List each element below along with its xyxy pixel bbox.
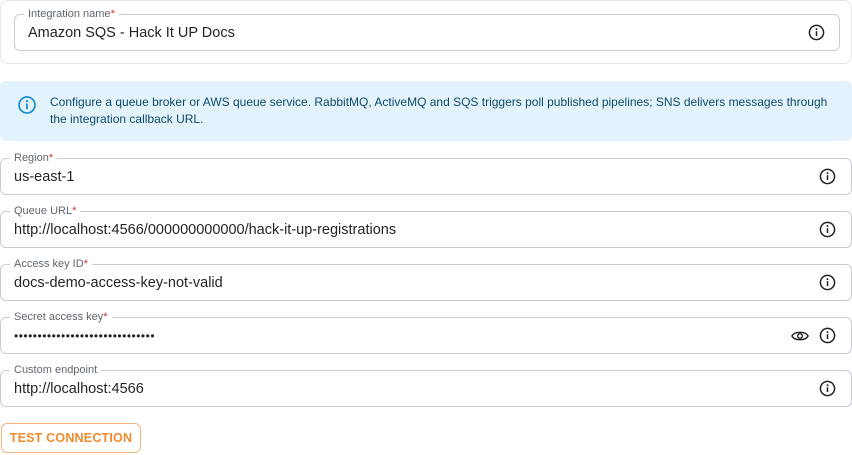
integration-card: Integration name* Amazon SQS - Hack It U… (0, 0, 852, 64)
queue-url-value[interactable]: http://localhost:4566/000000000000/hack-… (14, 212, 396, 247)
integration-name-field[interactable]: Integration name* Amazon SQS - Hack It U… (14, 7, 840, 51)
region-value[interactable]: us-east-1 (14, 159, 74, 194)
info-banner: Configure a queue broker or AWS queue se… (0, 81, 852, 141)
custom-endpoint-value[interactable]: http://localhost:4566 (14, 371, 144, 406)
secret-access-key-field[interactable]: Secret access key* •••••••••••••••••••••… (0, 310, 852, 354)
info-banner-text: Configure a queue broker or AWS queue se… (50, 95, 828, 126)
info-icon[interactable] (818, 221, 836, 239)
access-key-id-field[interactable]: Access key ID* docs-demo-access-key-not-… (0, 257, 852, 301)
custom-endpoint-field[interactable]: Custom endpoint http://localhost:4566 (0, 363, 852, 407)
queue-url-field[interactable]: Queue URL* http://localhost:4566/0000000… (0, 204, 852, 248)
eye-icon[interactable] (791, 327, 809, 345)
info-icon[interactable] (818, 168, 836, 186)
region-field[interactable]: Region* us-east-1 (0, 151, 852, 195)
integration-name-value[interactable]: Amazon SQS - Hack It UP Docs (28, 15, 235, 50)
info-icon[interactable] (818, 380, 836, 398)
access-key-id-value[interactable]: docs-demo-access-key-not-valid (14, 265, 223, 300)
test-connection-button[interactable]: TEST CONNECTION (1, 423, 141, 453)
info-icon[interactable] (818, 274, 836, 292)
info-icon (17, 95, 37, 115)
info-icon[interactable] (807, 24, 825, 42)
info-icon[interactable] (818, 327, 836, 345)
secret-access-key-value[interactable]: •••••••••••••••••••••••••••••• (14, 318, 155, 353)
